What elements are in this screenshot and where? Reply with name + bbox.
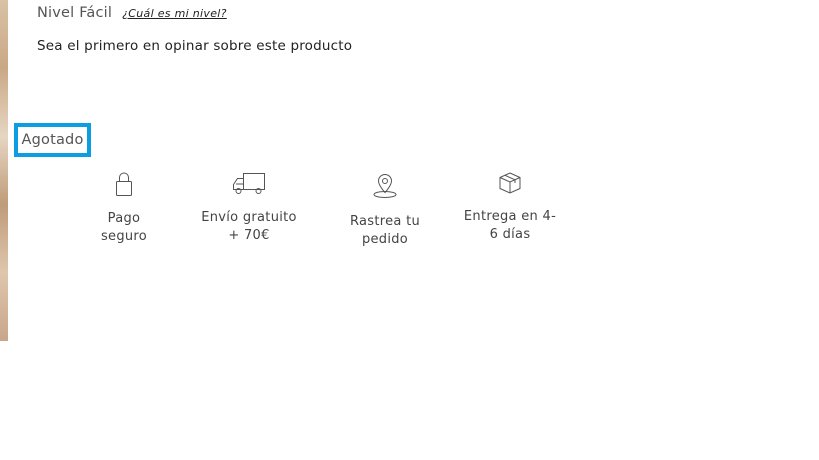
out-of-stock-badge: Agotado	[14, 123, 91, 157]
free-shipping-label: Envío gratuito + 70€	[201, 210, 297, 243]
feature-secure-payment: Pago seguro	[89, 171, 159, 246]
map-pin-icon	[373, 174, 397, 198]
box-icon	[499, 172, 521, 194]
difficulty-label: Nivel Fácil	[37, 5, 113, 21]
feature-delivery-time: Entrega en 4- 6 días	[458, 171, 562, 244]
delivery-time-label: Entrega en 4- 6 días	[463, 209, 557, 242]
track-order-label: Rastrea tu pedido	[349, 214, 421, 247]
feature-track-order: Rastrea tu pedido	[340, 173, 430, 249]
secure-payment-label: Pago seguro	[100, 211, 148, 244]
product-image-edge	[0, 0, 8, 341]
feature-free-shipping: Envío gratuito + 70€	[194, 172, 304, 245]
truck-icon	[233, 173, 265, 194]
which-level-link[interactable]: ¿Cuál es mi nivel?	[122, 7, 227, 20]
difficulty-level: Nivel Fácil ¿Cuál es mi nivel?	[37, 5, 227, 21]
review-prompt: Sea el primero en opinar sobre este prod…	[37, 38, 353, 54]
lock-icon	[116, 172, 132, 196]
